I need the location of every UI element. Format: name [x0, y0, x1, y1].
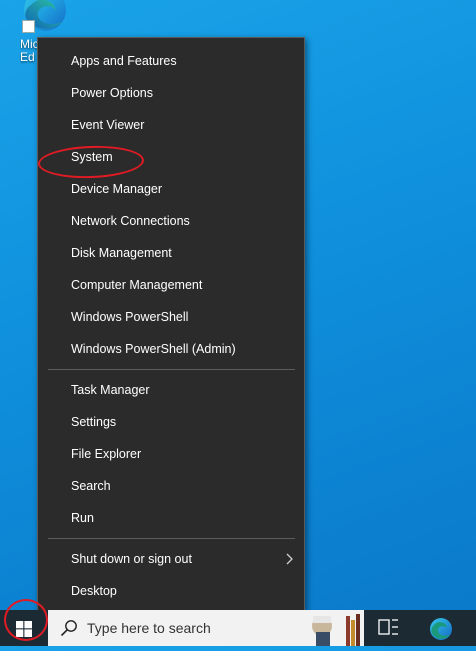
edge-icon[interactable]	[428, 616, 454, 642]
menu-item-network-connections[interactable]: Network Connections	[38, 206, 304, 236]
search-highlight-illustration	[312, 614, 360, 646]
menu-item-device-manager[interactable]: Device Manager	[38, 174, 304, 204]
menu-item-settings[interactable]: Settings	[38, 407, 304, 437]
menu-item-event-viewer[interactable]: Event Viewer	[38, 110, 304, 140]
chevron-right-icon	[286, 553, 293, 565]
menu-separator	[48, 538, 295, 539]
menu-item-windows-powershell[interactable]: Windows PowerShell	[38, 302, 304, 332]
search-highlight-image	[304, 610, 364, 646]
menu-item-windows-powershell-admin[interactable]: Windows PowerShell (Admin)	[38, 334, 304, 364]
menu-item-apps-and-features[interactable]: Apps and Features	[38, 46, 304, 76]
menu-item-label: Event Viewer	[71, 118, 145, 132]
menu-item-label: Shut down or sign out	[71, 552, 192, 566]
menu-item-label: Power Options	[71, 86, 153, 100]
menu-item-label: Settings	[71, 415, 117, 429]
taskbar: Type here to search	[0, 610, 476, 646]
menu-item-task-manager[interactable]: Task Manager	[38, 375, 304, 405]
search-placeholder: Type here to search	[87, 620, 211, 636]
menu-item-label: Windows PowerShell (Admin)	[71, 342, 236, 356]
menu-item-label: Desktop	[71, 584, 117, 598]
menu-item-label: Search	[71, 479, 111, 493]
menu-separator	[48, 369, 295, 370]
menu-item-disk-management[interactable]: Disk Management	[38, 238, 304, 268]
menu-item-label: Windows PowerShell	[71, 310, 189, 324]
winx-context-menu: Apps and Features Power Options Event Vi…	[37, 37, 305, 615]
menu-item-label: File Explorer	[71, 447, 142, 461]
annotation-circle-start	[4, 599, 48, 641]
menu-item-shut-down-or-sign-out[interactable]: Shut down or sign out	[38, 544, 304, 574]
taskbar-search-box[interactable]: Type here to search	[48, 610, 304, 646]
menu-item-label: Computer Management	[71, 278, 203, 292]
menu-item-power-options[interactable]: Power Options	[38, 78, 304, 108]
menu-item-label: Network Connections	[71, 214, 190, 228]
menu-item-label: Apps and Features	[71, 54, 177, 68]
menu-item-desktop[interactable]: Desktop	[38, 576, 304, 606]
menu-item-run[interactable]: Run	[38, 503, 304, 533]
menu-item-computer-management[interactable]: Computer Management	[38, 270, 304, 300]
menu-item-search[interactable]: Search	[38, 471, 304, 501]
task-view-icon[interactable]	[378, 618, 400, 638]
menu-item-label: Disk Management	[71, 246, 172, 260]
menu-item-label: Device Manager	[71, 182, 163, 196]
menu-item-label: Run	[71, 511, 94, 525]
menu-item-label: Task Manager	[71, 383, 150, 397]
menu-item-file-explorer[interactable]: File Explorer	[38, 439, 304, 469]
shortcut-arrow-icon	[22, 20, 35, 33]
search-icon	[60, 620, 77, 637]
